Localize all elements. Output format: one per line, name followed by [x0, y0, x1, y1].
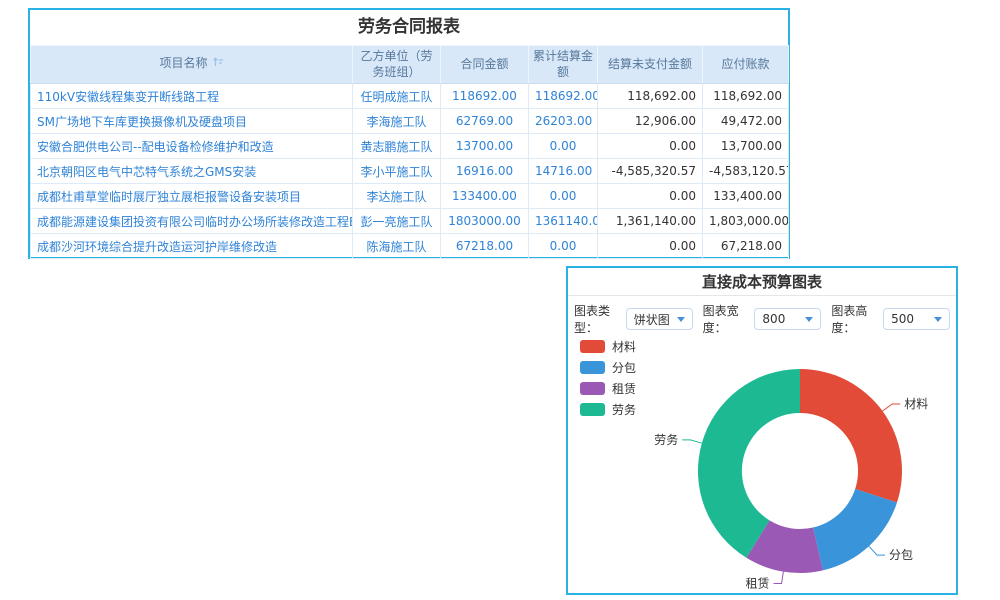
value-cell: 16916.00: [441, 159, 529, 184]
column-header-contract-amount[interactable]: 合同金额: [441, 46, 529, 84]
value-cell: 133,400.00: [703, 184, 789, 209]
legend-label: 材料: [612, 338, 636, 355]
value-cell: 李小平施工队: [353, 159, 441, 184]
pie-label-leader-line: [883, 404, 901, 411]
table-row: SM广场地下车库更换摄像机及硬盘项目李海施工队62769.0026203.001…: [31, 109, 789, 134]
pie-slice-label: 租赁: [745, 577, 769, 591]
value-cell: 62769.00: [441, 109, 529, 134]
value-cell: 133400.00: [441, 184, 529, 209]
value-cell: 67,218.00: [703, 234, 789, 259]
pie-slice[interactable]: [813, 489, 897, 571]
legend-swatch: [580, 382, 605, 395]
column-header-settled-unpaid[interactable]: 结算未支付金额: [598, 46, 703, 84]
value-cell: 1,803,000.00: [703, 209, 789, 234]
column-header-project-name[interactable]: 项目名称: [31, 46, 353, 84]
chart-legend: 材料分包租赁劳务: [580, 336, 636, 420]
value-cell: 67218.00: [441, 234, 529, 259]
value-cell: 李达施工队: [353, 184, 441, 209]
pie-label-leader-line: [869, 546, 885, 555]
pie-slice[interactable]: [800, 369, 902, 503]
table-row: 110kV安徽线程集变开断线路工程任明成施工队118692.00118692.0…: [31, 84, 789, 109]
value-cell: 14716.00: [529, 159, 598, 184]
project-name-cell[interactable]: SM广场地下车库更换摄像机及硬盘项目: [31, 109, 353, 134]
value-cell: 26203.00: [529, 109, 598, 134]
value-cell: 0.00: [598, 134, 703, 159]
report-title: 劳务合同报表: [30, 10, 788, 45]
value-cell: -4,585,320.57: [598, 159, 703, 184]
legend-swatch: [580, 361, 605, 374]
value-cell: 彭一亮施工队: [353, 209, 441, 234]
column-header-party-b[interactable]: 乙方单位（劳务班组）: [353, 46, 441, 84]
value-cell: 任明成施工队: [353, 84, 441, 109]
legend-swatch: [580, 340, 605, 353]
pie-chart: 材料分包租赁劳务: [568, 268, 956, 593]
value-cell: 118,692.00: [598, 84, 703, 109]
project-name-cell[interactable]: 成都杜甫草堂临时展厅独立展柜报警设备安装项目: [31, 184, 353, 209]
value-cell: 0.00: [598, 234, 703, 259]
pie-slice-label: 材料: [904, 397, 928, 411]
value-cell: 0.00: [529, 134, 598, 159]
column-header-payable[interactable]: 应付账款: [703, 46, 789, 84]
chart-panel: 直接成本预算图表 图表类型： 饼状图 图表宽度： 800 图表高度： 500: [566, 266, 958, 595]
legend-label: 分包: [612, 359, 636, 376]
value-cell: 118692.00: [441, 84, 529, 109]
value-cell: -4,583,120.57: [703, 159, 789, 184]
value-cell: 118692.00: [529, 84, 598, 109]
legend-item[interactable]: 分包: [580, 357, 636, 378]
legend-item[interactable]: 租赁: [580, 378, 636, 399]
sort-icon[interactable]: [212, 56, 224, 73]
value-cell: 12,906.00: [598, 109, 703, 134]
table-row: 成都沙河环境综合提升改造运河护岸维修改造陈海施工队67218.000.000.0…: [31, 234, 789, 259]
project-name-cell[interactable]: 北京朝阳区电气中芯特气系统之GMS安装: [31, 159, 353, 184]
value-cell: 118,692.00: [703, 84, 789, 109]
project-name-cell[interactable]: 安徽合肥供电公司--配电设备检修维护和改造: [31, 134, 353, 159]
value-cell: 49,472.00: [703, 109, 789, 134]
labor-contract-report-panel: 劳务合同报表 项目名称 乙方单位（劳务班组） 合同金额 累计结算金额 结算未支付…: [28, 8, 790, 259]
value-cell: 0.00: [529, 234, 598, 259]
pie-slice-label: 劳务: [654, 432, 678, 447]
value-cell: 0.00: [598, 184, 703, 209]
value-cell: 13,700.00: [703, 134, 789, 159]
value-cell: 1,361,140.00: [598, 209, 703, 234]
pie-label-leader-line: [682, 440, 702, 443]
table-row: 成都能源建设集团投资有限公司临时办公场所装修改造工程EPC彭一亮施工队18030…: [31, 209, 789, 234]
project-name-cell[interactable]: 110kV安徽线程集变开断线路工程: [31, 84, 353, 109]
table-row: 安徽合肥供电公司--配电设备检修维护和改造黄志鹏施工队13700.000.000…: [31, 134, 789, 159]
value-cell: 1803000.00: [441, 209, 529, 234]
legend-label: 租赁: [612, 380, 636, 397]
header-row: 项目名称 乙方单位（劳务班组） 合同金额 累计结算金额 结算未支付金额 应付账款: [31, 46, 789, 84]
column-header-settled-total[interactable]: 累计结算金额: [529, 46, 598, 84]
legend-item[interactable]: 材料: [580, 336, 636, 357]
pie-label-leader-line: [774, 572, 784, 584]
value-cell: 黄志鹏施工队: [353, 134, 441, 159]
legend-item[interactable]: 劳务: [580, 399, 636, 420]
report-table: 项目名称 乙方单位（劳务班组） 合同金额 累计结算金额 结算未支付金额 应付账款…: [30, 45, 789, 259]
project-name-cell[interactable]: 成都沙河环境综合提升改造运河护岸维修改造: [31, 234, 353, 259]
project-name-cell[interactable]: 成都能源建设集团投资有限公司临时办公场所装修改造工程EPC: [31, 209, 353, 234]
table-row: 北京朝阳区电气中芯特气系统之GMS安装李小平施工队16916.0014716.0…: [31, 159, 789, 184]
table-row: 成都杜甫草堂临时展厅独立展柜报警设备安装项目李达施工队133400.000.00…: [31, 184, 789, 209]
legend-swatch: [580, 403, 605, 416]
value-cell: 陈海施工队: [353, 234, 441, 259]
value-cell: 0.00: [529, 184, 598, 209]
pie-slice-label: 分包: [889, 548, 913, 562]
value-cell: 1361140.00: [529, 209, 598, 234]
page: 劳务合同报表 项目名称 乙方单位（劳务班组） 合同金额 累计结算金额 结算未支付…: [0, 0, 1000, 600]
value-cell: 13700.00: [441, 134, 529, 159]
legend-label: 劳务: [612, 401, 636, 418]
value-cell: 李海施工队: [353, 109, 441, 134]
